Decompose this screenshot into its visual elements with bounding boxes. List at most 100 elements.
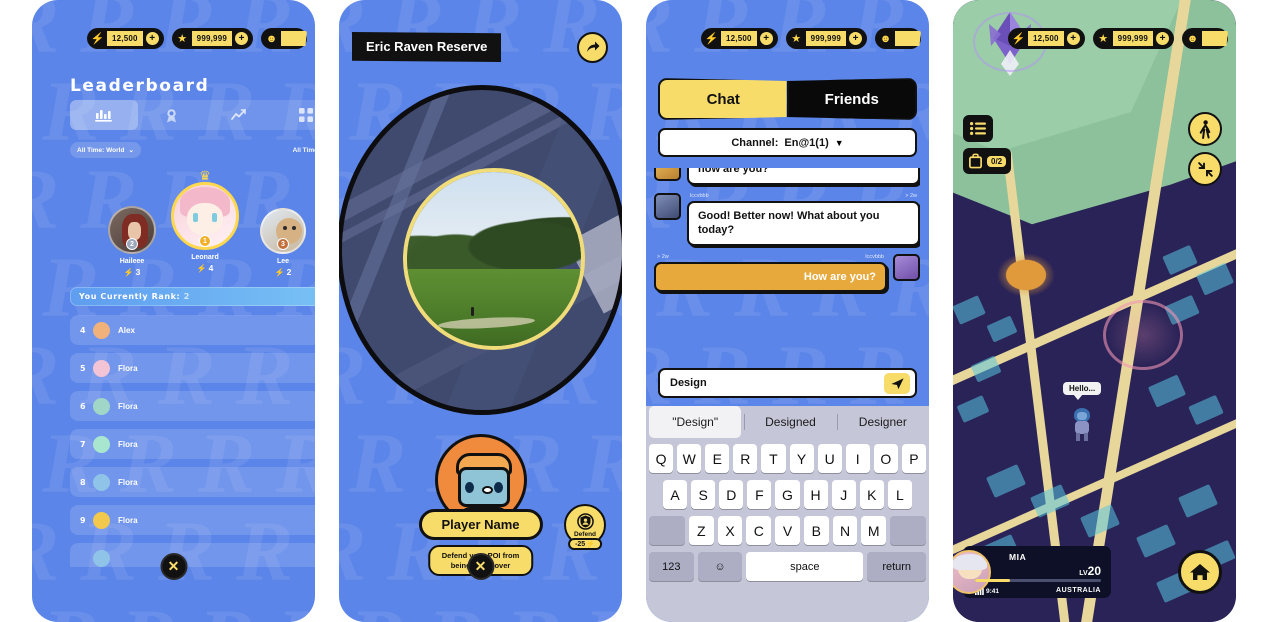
leaderboard-list[interactable]: 4Alex⚡1 5Flora⚡1 6Flora⚡1 7Flora⚡1 8Flora⚡1 9… bbox=[70, 315, 315, 567]
key-w[interactable]: W bbox=[677, 444, 702, 473]
list-button[interactable] bbox=[963, 115, 993, 142]
key-x[interactable] bbox=[648, 516, 685, 545]
key-b[interactable]: B bbox=[803, 516, 829, 545]
key-y[interactable]: Y bbox=[789, 444, 814, 473]
filter-dropdown[interactable]: All Time: World ⌄ bbox=[70, 142, 141, 158]
row-name: Flora bbox=[118, 439, 138, 449]
tab-trends[interactable] bbox=[205, 100, 273, 130]
key-c[interactable]: C bbox=[746, 516, 772, 545]
chat-messages[interactable]: how are you? lccvbbb > 2w Good! Better now!… bbox=[654, 168, 920, 364]
table-row[interactable]: 9 Flora ⚡1 bbox=[70, 505, 315, 535]
row-name: Flora bbox=[118, 401, 138, 411]
key-t[interactable]: T bbox=[761, 444, 786, 473]
star-add-button[interactable]: + bbox=[848, 31, 863, 46]
key-r[interactable]: R bbox=[733, 444, 758, 473]
row-rank: 5 bbox=[80, 363, 86, 373]
bag-button[interactable]: 0/2 bbox=[963, 148, 1012, 174]
table-row[interactable]: 4 Alex ⚡1 bbox=[70, 315, 315, 345]
key-f[interactable]: F bbox=[747, 480, 772, 509]
tab-awards[interactable] bbox=[138, 100, 206, 130]
avatar[interactable] bbox=[893, 253, 920, 281]
suggestion-1[interactable]: Designed bbox=[744, 406, 836, 438]
table-row[interactable]: 8 Flora ⚡1 bbox=[70, 467, 315, 497]
player-card[interactable]: MIA LV20 9:41 AUSTRALIA bbox=[953, 546, 1111, 598]
podium-entry-1[interactable]: 1 Leonard ⚡ 4 bbox=[167, 182, 243, 273]
walk-mode-button[interactable] bbox=[1188, 112, 1222, 146]
key-x[interactable] bbox=[890, 516, 927, 545]
key-e[interactable]: E bbox=[705, 444, 730, 473]
key-q[interactable]: Q bbox=[649, 444, 674, 473]
profile-pill[interactable]: ☻ bbox=[1182, 28, 1228, 49]
home-button[interactable] bbox=[1178, 550, 1222, 594]
energy-add-button[interactable]: + bbox=[144, 31, 160, 46]
star-add-button[interactable]: + bbox=[234, 31, 249, 46]
table-row[interactable]: 7 Flora ⚡1 bbox=[70, 429, 315, 459]
key-p[interactable]: P bbox=[901, 444, 926, 473]
key-a[interactable]: A bbox=[663, 480, 688, 509]
energy-add-button[interactable]: + bbox=[1065, 31, 1081, 46]
key-x[interactable]: ☺ bbox=[697, 552, 743, 581]
player-character[interactable] bbox=[1071, 408, 1093, 442]
profile-pill[interactable]: ☻ bbox=[261, 28, 307, 49]
energy-pill[interactable]: ⚡ 12,500 + bbox=[701, 28, 778, 49]
share-button[interactable] bbox=[577, 32, 608, 63]
close-button[interactable]: ✕ bbox=[467, 553, 494, 580]
key-u[interactable]: U bbox=[817, 444, 842, 473]
energy-pill[interactable]: ⚡ 12,500 + bbox=[87, 28, 164, 49]
key-d[interactable]: D bbox=[719, 480, 744, 509]
suggestion-0[interactable]: "Design" bbox=[649, 406, 742, 438]
map-canvas[interactable] bbox=[953, 0, 1236, 622]
avatar[interactable] bbox=[654, 168, 681, 181]
key-o[interactable]: O bbox=[873, 444, 898, 473]
key-return[interactable]: return bbox=[867, 552, 926, 581]
signal-time: 9:41 bbox=[986, 588, 1000, 595]
key-v[interactable]: V bbox=[775, 516, 800, 545]
avatar[interactable] bbox=[654, 192, 681, 220]
table-row[interactable]: 6 Flora ⚡1 bbox=[70, 391, 315, 421]
close-button[interactable]: ✕ bbox=[160, 553, 187, 580]
chat-input[interactable]: Design bbox=[670, 377, 884, 389]
send-button[interactable] bbox=[884, 372, 910, 394]
star-add-button[interactable]: + bbox=[1155, 31, 1170, 46]
tab-chat-label: Chat bbox=[706, 90, 740, 108]
message-user: lccvbbb bbox=[690, 192, 709, 199]
chat-input-bar[interactable]: Design bbox=[658, 368, 917, 398]
key-space[interactable]: space bbox=[746, 552, 864, 581]
podium-name-1: Leonard bbox=[191, 254, 219, 261]
key-j[interactable]: J bbox=[831, 480, 856, 509]
key-123[interactable]: 123 bbox=[649, 552, 694, 581]
avatar bbox=[93, 359, 110, 377]
your-rank-row[interactable]: You Currently Rank: 2 ⚡3 bbox=[70, 287, 315, 306]
suggestion-2[interactable]: Designer bbox=[836, 406, 929, 438]
key-n[interactable]: N bbox=[832, 516, 858, 545]
key-x[interactable]: X bbox=[717, 516, 743, 545]
tab-grid[interactable] bbox=[273, 100, 316, 130]
key-h[interactable]: H bbox=[803, 480, 828, 509]
key-g[interactable]: G bbox=[775, 480, 800, 509]
table-row[interactable] bbox=[70, 543, 315, 567]
energy-pill[interactable]: ⚡ 12,500 + bbox=[1008, 28, 1085, 49]
tab-ranking[interactable] bbox=[70, 100, 138, 130]
player-name-button[interactable]: Player Name bbox=[418, 509, 543, 540]
poi-ring-pink[interactable] bbox=[1103, 300, 1183, 370]
profile-pill[interactable]: ☻ bbox=[875, 28, 921, 49]
star-pill[interactable]: ★ 999,999 + bbox=[1092, 28, 1174, 49]
key-k[interactable]: K bbox=[859, 480, 884, 509]
podium-entry-3[interactable]: 3 Lee ⚡ 2 bbox=[245, 208, 315, 277]
tab-chat[interactable]: Chat bbox=[658, 78, 787, 120]
table-row[interactable]: 5 Flora ⚡1 bbox=[70, 353, 315, 383]
star-pill[interactable]: ★ 999,999 + bbox=[785, 28, 867, 49]
key-l[interactable]: L bbox=[887, 480, 912, 509]
key-m[interactable]: M bbox=[861, 516, 887, 545]
key-s[interactable]: S bbox=[691, 480, 716, 509]
channel-selector[interactable]: Channel: En@1(1) ▼ bbox=[658, 128, 917, 157]
key-i[interactable]: I bbox=[845, 444, 870, 473]
tab-friends[interactable]: Friends bbox=[786, 78, 917, 120]
key-z[interactable]: Z bbox=[688, 516, 714, 545]
poi-ring-orange[interactable] bbox=[993, 250, 1059, 300]
podium-entry-2[interactable]: 2 Haileee ⚡ 3 bbox=[94, 206, 170, 277]
recenter-button[interactable] bbox=[1188, 152, 1222, 186]
defend-button[interactable]: Defend -25 ⚡ bbox=[564, 504, 606, 550]
energy-add-button[interactable]: + bbox=[758, 31, 774, 46]
star-pill[interactable]: ★ 999,999 + bbox=[171, 28, 253, 49]
